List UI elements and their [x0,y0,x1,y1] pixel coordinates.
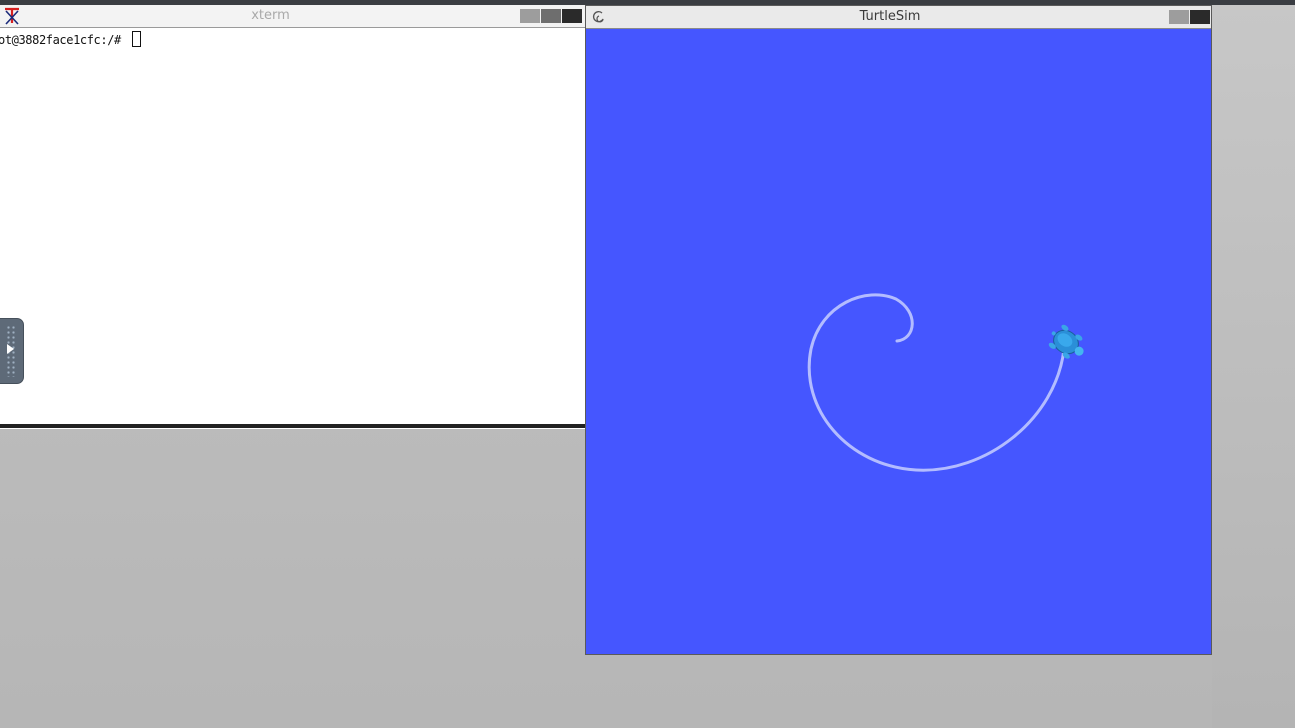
turtlesim-canvas[interactable] [586,29,1211,654]
terminal-prompt-line: ot@3882face1cfc:/# [0,31,141,47]
xterm-minimize-button[interactable] [520,9,540,23]
xterm-close-button[interactable] [562,9,582,23]
side-panel-handle[interactable] [0,318,24,384]
xterm-titlebar[interactable]: xterm [0,5,586,28]
xterm-window[interactable]: xterm ot@3882face1cfc:/# [0,5,587,429]
turtlesim-window[interactable]: TurtleSim [585,5,1212,655]
terminal-cursor [131,31,141,47]
turtlesim-titlebar[interactable]: TurtleSim [586,6,1211,29]
turtlesim-title: TurtleSim [859,9,921,24]
turtlesim-close-button[interactable] [1190,10,1210,24]
xterm-terminal-area[interactable]: ot@3882face1cfc:/# [0,28,586,425]
xterm-bottom-border [0,424,586,428]
xterm-title: xterm [251,8,290,23]
desktop-background [1212,5,1295,728]
turtlesim-maximize-button[interactable] [1169,10,1189,24]
xterm-maximize-button[interactable] [541,9,561,23]
play-icon [7,344,14,354]
terminal-prompt: ot@3882face1cfc:/# [0,33,128,47]
